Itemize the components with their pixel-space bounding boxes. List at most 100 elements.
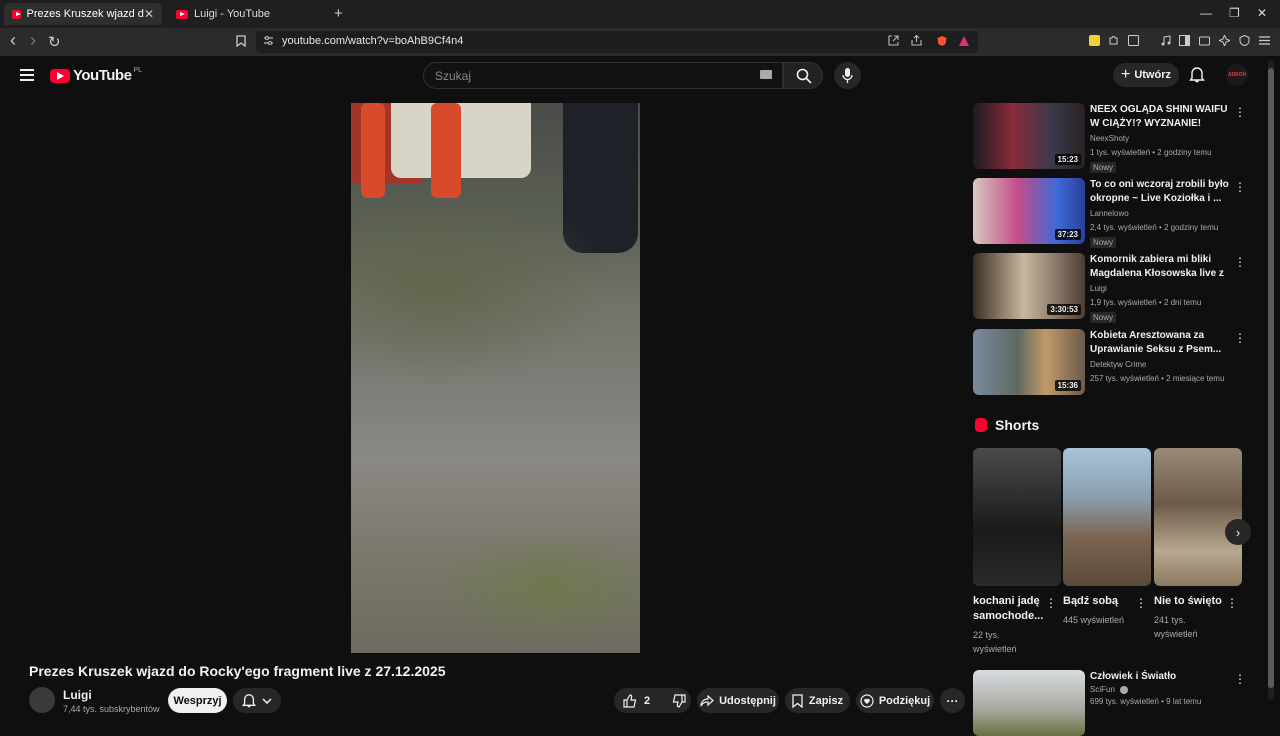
recommended-video[interactable]: 15:36 Kobieta Aresztowana za Uprawianie … — [973, 329, 1253, 395]
browser-tab[interactable]: Luigi - YouTube — [168, 3, 326, 25]
url-text: youtube.com/watch?v=boAhB9Cf4n4 — [282, 35, 464, 47]
more-options-icon[interactable]: ⋮ — [1234, 672, 1246, 686]
back-button[interactable]: ‹ — [10, 30, 16, 51]
page-scrollbar[interactable] — [1268, 68, 1274, 688]
channel-name[interactable]: Luigi — [1090, 284, 1230, 293]
recommended-video[interactable]: 15:23 NEEX OGLĄDA SHINI WAIFU W CIĄŻY!? … — [973, 103, 1253, 173]
plus-icon: + — [1120, 66, 1131, 83]
account-avatar[interactable]: ADRON — [1226, 64, 1248, 86]
url-bar[interactable]: youtube.com/watch?v=boAhB9Cf4n4 — [256, 31, 978, 53]
video-frame-ground — [411, 523, 640, 653]
brave-rewards-icon[interactable] — [958, 35, 970, 50]
vpn-shield-icon[interactable] — [1239, 34, 1250, 49]
short-item[interactable]: Nie to święto 241 tys. wyświetleń ⋮ — [1154, 448, 1242, 641]
search-input[interactable]: Szukaj — [423, 62, 783, 89]
channel-name[interactable]: Detektyw Crime — [1090, 360, 1230, 369]
save-button[interactable]: Zapisz — [785, 688, 850, 713]
notifications-bell-icon[interactable] — [1189, 66, 1205, 88]
bell-icon — [242, 694, 256, 708]
menu-icon[interactable] — [1259, 35, 1270, 49]
video-title[interactable]: Kobieta Aresztowana za Uprawianie Seksu … — [1090, 329, 1230, 357]
bookmark-icon[interactable] — [236, 35, 246, 50]
short-title[interactable]: Nie to święto — [1154, 594, 1226, 609]
video-title[interactable]: Komornik zabiera mi bliki Magdalena Kłos… — [1090, 253, 1230, 281]
create-label: Utwórz — [1134, 69, 1171, 81]
more-options-icon[interactable]: ⋮ — [1234, 105, 1246, 119]
thanks-button[interactable]: Podziękuj — [856, 688, 934, 713]
shorts-icon — [975, 418, 987, 432]
hamburger-menu-icon[interactable] — [20, 69, 34, 84]
video-player[interactable] — [351, 103, 640, 653]
video-thumbnail[interactable] — [973, 670, 1085, 736]
sidebar-icon[interactable] — [1179, 35, 1190, 49]
close-window-button[interactable]: ✕ — [1257, 6, 1267, 20]
more-actions-button[interactable]: ··· — [940, 688, 965, 713]
share-button[interactable]: Udostępnij — [697, 688, 779, 713]
recommended-video[interactable]: 3:30:53 Komornik zabiera mi bliki Magdal… — [973, 253, 1253, 323]
more-options-icon[interactable]: ⋮ — [1234, 180, 1246, 194]
video-thumbnail[interactable]: 15:23 — [973, 103, 1085, 169]
channel-name[interactable]: Luigi — [63, 688, 92, 702]
forward-button[interactable]: › — [30, 30, 36, 51]
voice-search-button[interactable] — [834, 62, 861, 89]
recommended-video[interactable]: 37:23 To co oni wczoraj zrobili było okr… — [973, 178, 1253, 248]
notifications-toggle[interactable] — [233, 688, 281, 713]
short-title[interactable]: Bądź sobą — [1063, 594, 1135, 609]
save-bookmark-icon — [792, 693, 803, 708]
media-icon[interactable] — [1160, 35, 1171, 49]
brave-shield-icon[interactable] — [936, 35, 948, 50]
more-options-icon[interactable]: ⋮ — [1135, 596, 1147, 610]
short-views: 445 wyświetleń — [1063, 615, 1125, 625]
short-title[interactable]: kochani jadę samochode... — [973, 594, 1045, 624]
reload-button[interactable]: ↻ — [48, 33, 61, 51]
extensions-puzzle-icon[interactable] — [1108, 35, 1119, 49]
recommended-video[interactable]: Człowiek i Światło SciFun 699 tys. wyświ… — [973, 670, 1253, 736]
short-thumbnail[interactable] — [973, 448, 1061, 586]
translate-icon[interactable] — [1128, 35, 1139, 49]
new-tab-button[interactable]: + — [334, 5, 343, 22]
channel-name[interactable]: NeexShoty — [1090, 134, 1230, 143]
minimize-button[interactable]: — — [1200, 6, 1212, 20]
short-item[interactable]: Bądź sobą 445 wyświetleń ⋮ — [1063, 448, 1151, 627]
channel-name[interactable]: Lannelowo — [1090, 209, 1230, 218]
more-options-icon[interactable]: ⋮ — [1226, 596, 1238, 610]
like-button[interactable]: 2 — [623, 693, 650, 708]
keyboard-icon[interactable] — [760, 70, 772, 79]
wallet-icon[interactable] — [1199, 35, 1210, 49]
video-title[interactable]: To co oni wczoraj zrobili było okropne ~… — [1090, 178, 1230, 206]
close-tab-icon[interactable]: ✕ — [144, 7, 154, 21]
short-item[interactable]: kochani jadę samochode... 22 tys. wyświe… — [973, 448, 1061, 656]
shorts-next-button[interactable]: › — [1225, 519, 1251, 545]
youtube-favicon-icon — [176, 9, 188, 19]
create-button[interactable]: + Utwórz — [1113, 63, 1179, 87]
video-frame-ground — [351, 203, 640, 403]
new-badge: Nowy — [1090, 312, 1117, 323]
channel-avatar[interactable] — [29, 687, 55, 713]
video-duration: 37:23 — [1054, 229, 1081, 240]
video-thumbnail[interactable]: 37:23 — [973, 178, 1085, 244]
short-thumbnail[interactable] — [1154, 448, 1242, 586]
video-title[interactable]: Człowiek i Światło — [1090, 670, 1230, 684]
video-title[interactable]: NEEX OGLĄDA SHINI WAIFU W CIĄŻY!? WYZNAN… — [1090, 103, 1230, 131]
open-external-icon[interactable] — [888, 35, 899, 49]
share-icon[interactable] — [911, 34, 922, 49]
video-thumbnail[interactable]: 15:36 — [973, 329, 1085, 395]
video-thumbnail[interactable]: 3:30:53 — [973, 253, 1085, 319]
more-options-icon[interactable]: ⋮ — [1234, 255, 1246, 269]
thanks-icon — [860, 693, 874, 708]
channel-name[interactable]: SciFun — [1090, 685, 1230, 694]
extension-icon[interactable] — [1089, 35, 1100, 49]
youtube-logo[interactable]: YouTube PL — [50, 67, 142, 84]
short-thumbnail[interactable] — [1063, 448, 1151, 586]
more-options-icon[interactable]: ⋮ — [1045, 596, 1057, 610]
more-options-icon[interactable]: ⋮ — [1234, 331, 1246, 345]
microphone-icon — [842, 68, 853, 83]
browser-tab-active[interactable]: Prezes Kruszek wjazd do Rocky'e ✕ — [4, 3, 162, 25]
dislike-button[interactable] — [672, 693, 686, 708]
restore-button[interactable]: ❐ — [1229, 6, 1240, 20]
video-duration: 3:30:53 — [1047, 304, 1081, 315]
site-settings-icon[interactable] — [263, 35, 274, 49]
leo-ai-icon[interactable] — [1217, 33, 1232, 49]
search-button[interactable] — [783, 62, 823, 89]
support-button[interactable]: Wesprzyj — [168, 688, 227, 713]
